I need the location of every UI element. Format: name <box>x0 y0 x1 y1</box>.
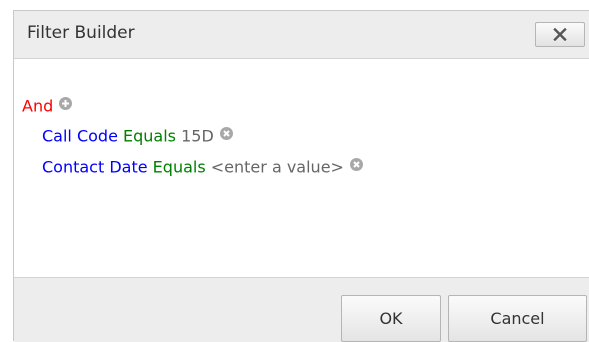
filter-builder-dialog: Filter Builder And Call Code Equals 15D … <box>13 10 589 342</box>
condition-value[interactable]: <enter a value> <box>211 158 344 177</box>
close-button[interactable] <box>535 22 585 47</box>
plus-circle-icon[interactable] <box>59 95 73 115</box>
x-circle-icon[interactable] <box>219 125 233 145</box>
filter-area: And Call Code Equals 15D Contact Date Eq… <box>14 59 589 277</box>
condition-row: Call Code Equals 15D <box>42 126 233 147</box>
title-bar: Filter Builder <box>14 11 589 59</box>
group-row: And <box>22 95 73 117</box>
condition-operator[interactable]: Equals <box>153 158 206 177</box>
group-operator[interactable]: And <box>22 97 53 116</box>
dialog-footer: OK Cancel <box>14 277 589 342</box>
condition-field[interactable]: Call Code <box>42 127 118 146</box>
condition-field[interactable]: Contact Date <box>42 158 148 177</box>
condition-row: Contact Date Equals <enter a value> <box>42 157 363 178</box>
condition-value[interactable]: 15D <box>181 127 214 146</box>
condition-operator[interactable]: Equals <box>123 127 176 146</box>
close-icon <box>553 28 567 41</box>
x-circle-icon[interactable] <box>349 156 363 176</box>
dialog-title: Filter Builder <box>27 23 135 43</box>
ok-button[interactable]: OK <box>341 295 441 342</box>
cancel-button[interactable]: Cancel <box>448 295 587 342</box>
